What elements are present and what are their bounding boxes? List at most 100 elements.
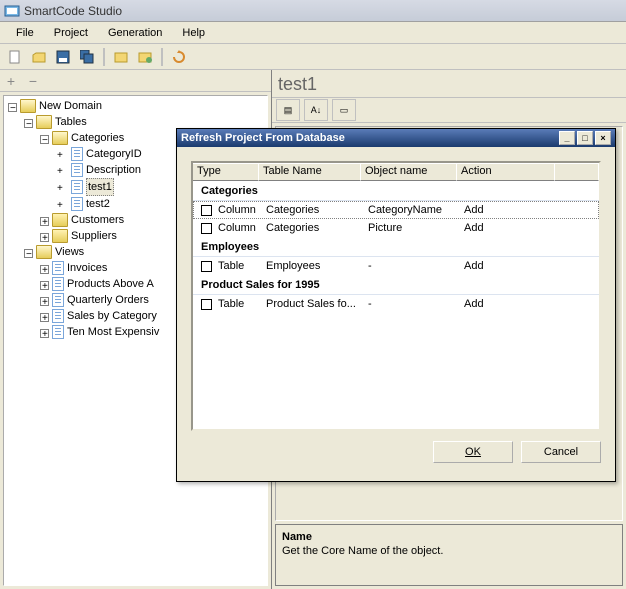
tree-item[interactable]: Suppliers [71, 228, 117, 244]
view-icon [52, 309, 64, 323]
dialog-title: Refresh Project From Database [181, 132, 345, 144]
tree-item[interactable]: test2 [86, 196, 110, 212]
checkbox[interactable] [201, 261, 212, 272]
column-icon [71, 147, 83, 161]
app-title: SmartCode Studio [24, 4, 122, 18]
tree-item[interactable]: Ten Most Expensiv [67, 324, 159, 340]
remove-icon[interactable]: − [24, 72, 42, 90]
expander-icon[interactable] [8, 103, 17, 112]
detail-toolbar: ▤ A↓ ▭ [272, 97, 626, 123]
saveall-icon[interactable] [76, 46, 98, 68]
header-object[interactable]: Object name [361, 163, 457, 181]
expander-icon[interactable] [40, 233, 49, 242]
maximize-icon[interactable]: □ [577, 131, 593, 145]
dialog-titlebar[interactable]: Refresh Project From Database _ □ × [177, 129, 615, 147]
header-type[interactable]: Type [193, 163, 259, 181]
expander-icon[interactable] [24, 119, 33, 128]
tree-tables[interactable]: Tables [55, 114, 87, 130]
refresh-dialog: Refresh Project From Database _ □ × Type… [176, 128, 616, 482]
left-pane-header: + − [0, 70, 271, 92]
cell-table: Employees [266, 260, 368, 272]
folder-icon [36, 115, 52, 129]
column-icon [71, 163, 83, 177]
cell-type: Column [218, 222, 266, 234]
header-pad [555, 163, 599, 181]
list-row[interactable]: ColumnCategoriesPictureAdd [193, 219, 599, 237]
expander-icon[interactable] [40, 313, 49, 322]
tree-views[interactable]: Views [55, 244, 84, 260]
column-icon [71, 197, 83, 211]
save-icon[interactable] [52, 46, 74, 68]
tree-item[interactable]: Sales by Category [67, 308, 157, 324]
menu-help[interactable]: Help [172, 25, 215, 41]
property-name-label: Name [282, 531, 616, 543]
header-table[interactable]: Table Name [259, 163, 361, 181]
checkbox[interactable] [201, 205, 212, 216]
folder-b-icon[interactable] [134, 46, 156, 68]
cell-table: Categories [266, 222, 368, 234]
cell-type: Table [218, 298, 266, 310]
property-description: Name Get the Core Name of the object. [275, 524, 623, 586]
tree-item-selected[interactable]: test1 [86, 178, 114, 196]
tree-item[interactable]: Quarterly Orders [67, 292, 149, 308]
changes-listview[interactable]: Type Table Name Object name Action Categ… [191, 161, 601, 431]
column-icon [71, 180, 83, 194]
expander-icon[interactable] [40, 297, 49, 306]
list-row[interactable]: TableProduct Sales fo...-Add [193, 295, 599, 313]
tree-item[interactable]: CategoryID [86, 146, 142, 162]
list-row[interactable]: ColumnCategoriesCategoryNameAdd [193, 201, 599, 219]
cell-object: CategoryName [368, 204, 464, 216]
menu-generation[interactable]: Generation [98, 25, 172, 41]
close-icon[interactable]: × [595, 131, 611, 145]
open-icon[interactable] [28, 46, 50, 68]
sort-az-icon[interactable]: A↓ [304, 99, 328, 121]
header-action[interactable]: Action [457, 163, 555, 181]
tree-item[interactable]: Description [86, 162, 141, 178]
folder-icon [52, 213, 68, 227]
expander-icon[interactable] [40, 329, 49, 338]
tree-root[interactable]: New Domain [39, 98, 102, 114]
cell-object: - [368, 298, 464, 310]
cell-action: Add [464, 260, 562, 272]
expander-icon[interactable] [24, 249, 33, 258]
folder-icon [52, 131, 68, 145]
new-icon[interactable] [4, 46, 26, 68]
detail-title: test1 [272, 70, 626, 97]
checkbox[interactable] [201, 223, 212, 234]
view-icon [52, 293, 64, 307]
listview-header: Type Table Name Object name Action [193, 163, 599, 181]
property-description-text: Get the Core Name of the object. [282, 545, 616, 557]
tree-categories[interactable]: Categories [71, 130, 124, 146]
list-group: Employees [193, 237, 599, 257]
cell-action: Add [464, 222, 562, 234]
view-icon [52, 325, 64, 339]
view-icon [52, 261, 64, 275]
ok-button[interactable]: OK [433, 441, 513, 463]
expander-icon[interactable] [40, 217, 49, 226]
cancel-button[interactable]: Cancel [521, 441, 601, 463]
add-icon[interactable]: + [2, 72, 20, 90]
list-group: Product Sales for 1995 [193, 275, 599, 295]
minimize-icon[interactable]: _ [559, 131, 575, 145]
cell-action: Add [464, 204, 562, 216]
menu-bar: File Project Generation Help [0, 22, 626, 44]
props-icon[interactable]: ▭ [332, 99, 356, 121]
cell-action: Add [464, 298, 562, 310]
tree-item[interactable]: Customers [71, 212, 124, 228]
checkbox[interactable] [201, 299, 212, 310]
refresh-icon[interactable] [168, 46, 190, 68]
cell-object: Picture [368, 222, 464, 234]
folder-icon [36, 245, 52, 259]
expander-icon[interactable] [40, 265, 49, 274]
tree-item[interactable]: Products Above A [67, 276, 154, 292]
categorized-icon[interactable]: ▤ [276, 99, 300, 121]
tree-item[interactable]: Invoices [67, 260, 107, 276]
menu-file[interactable]: File [6, 25, 44, 41]
cell-type: Column [218, 204, 266, 216]
list-group: Categories [193, 181, 599, 201]
folder-a-icon[interactable] [110, 46, 132, 68]
menu-project[interactable]: Project [44, 25, 98, 41]
list-row[interactable]: TableEmployees-Add [193, 257, 599, 275]
expander-icon[interactable] [40, 281, 49, 290]
expander-icon[interactable] [40, 135, 49, 144]
